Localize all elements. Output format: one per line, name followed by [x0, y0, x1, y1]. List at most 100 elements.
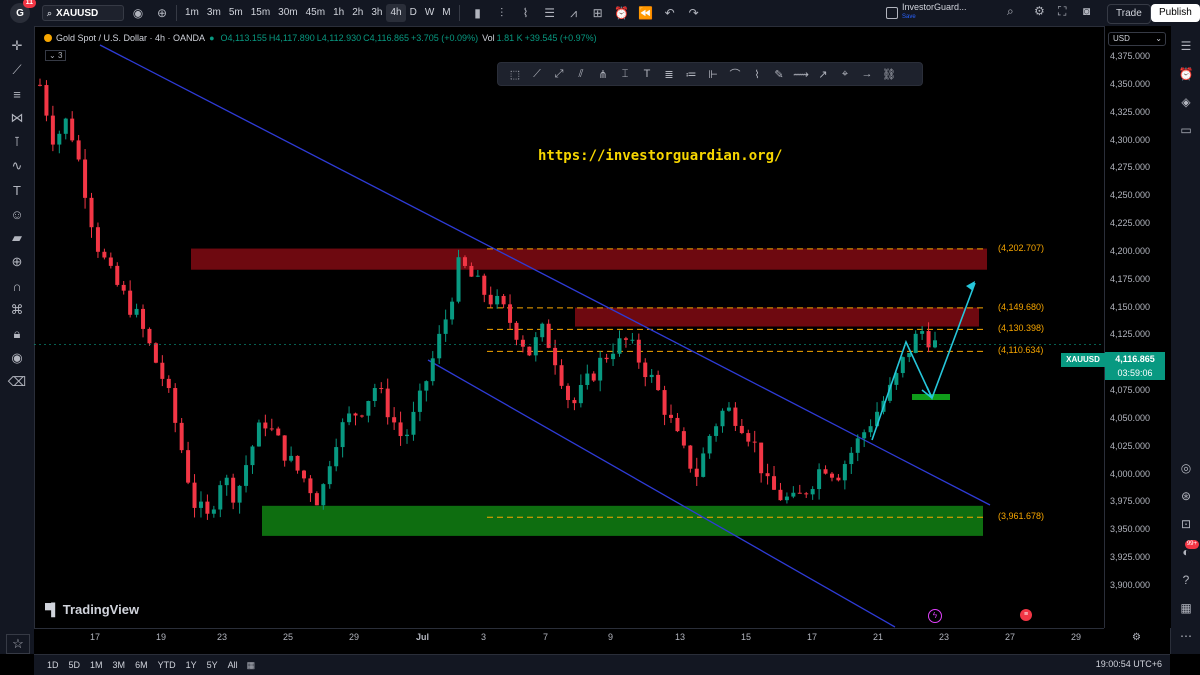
event-lightning-icon[interactable]: ϟ: [928, 609, 942, 623]
symbol-search-input[interactable]: ⌕ XAUUSD: [42, 5, 124, 21]
ray-icon[interactable]: ⤢: [548, 64, 570, 84]
trade-button[interactable]: Trade: [1107, 4, 1151, 24]
favorites-star-icon[interactable]: ☆: [6, 634, 30, 654]
arrow-icon[interactable]: →: [856, 64, 878, 84]
layout-checkbox[interactable]: [886, 7, 898, 19]
range-1d[interactable]: 1D: [42, 660, 64, 670]
watchlist-icon[interactable]: ☰: [1171, 32, 1200, 60]
area-style-icon[interactable]: ☰: [540, 3, 560, 23]
range-5y[interactable]: 5Y: [202, 660, 223, 670]
target-icon[interactable]: ◎: [1171, 454, 1200, 482]
timeframe-1h[interactable]: 1h: [329, 4, 348, 22]
range-1m[interactable]: 1M: [85, 660, 108, 670]
trend-line-icon[interactable]: ⟋: [0, 58, 34, 82]
forecast-icon[interactable]: ⛓: [878, 64, 900, 84]
alerts-clock-icon[interactable]: ⏰: [1171, 60, 1200, 88]
timeframe-45m[interactable]: 45m: [302, 4, 329, 22]
candle-body: [289, 455, 294, 461]
range-5d[interactable]: 5D: [64, 660, 86, 670]
calendar-icon[interactable]: ▦: [1171, 594, 1200, 622]
timeframe-D[interactable]: D: [406, 4, 421, 22]
arrow-marker-icon[interactable]: ↗: [812, 64, 834, 84]
rect-select-icon[interactable]: ⬚: [504, 64, 526, 84]
replay-icon[interactable]: ⏪: [636, 3, 656, 23]
path-icon[interactable]: ⌇: [746, 64, 768, 84]
highlighter-icon[interactable]: ⟿: [790, 64, 812, 84]
bars-style-icon[interactable]: ⫶: [492, 3, 512, 23]
app-logo-icon[interactable]: G 11: [10, 0, 36, 23]
line-style-icon[interactable]: ⌇: [516, 3, 536, 23]
price-tick: 4,325.000: [1110, 106, 1151, 117]
trash-icon[interactable]: ⌫: [0, 370, 34, 394]
timeframe-30m[interactable]: 30m: [274, 4, 301, 22]
quick-search-icon[interactable]: ⌕: [1007, 4, 1014, 19]
timeframe-M[interactable]: M: [438, 4, 454, 22]
screenshot-camera-icon[interactable]: ◙: [1083, 4, 1090, 18]
brush-icon[interactable]: ∿: [0, 154, 34, 178]
news-icon[interactable]: ⊛: [1171, 482, 1200, 510]
parallel-channel-icon[interactable]: ⫽: [570, 64, 592, 84]
lock-drawings-icon[interactable]: ⌘: [0, 298, 34, 322]
redo-icon[interactable]: ↷: [684, 3, 704, 23]
range-6m[interactable]: 6M: [130, 660, 153, 670]
currency-select[interactable]: USD ⌄: [1108, 32, 1166, 46]
range-1y[interactable]: 1Y: [181, 660, 202, 670]
compare-add-icon[interactable]: ⊕: [152, 3, 172, 23]
lock-icon[interactable]: 🔒︎: [0, 322, 34, 346]
timeframe-4h[interactable]: 4h: [386, 4, 406, 22]
ruler-measure-icon[interactable]: ⊩: [702, 64, 724, 84]
templates-icon[interactable]: ⊞: [588, 3, 608, 23]
eye-icon[interactable]: ◉: [0, 346, 34, 370]
timeframe-15m[interactable]: 15m: [247, 4, 274, 22]
account-layout[interactable]: InvestorGuard... Save: [902, 2, 967, 22]
fullscreen-icon[interactable]: ⛶: [1058, 4, 1066, 19]
range-all[interactable]: All: [223, 660, 243, 670]
text-icon[interactable]: T: [636, 64, 658, 84]
timeframe-5m[interactable]: 5m: [225, 4, 247, 22]
timeframe-1m[interactable]: 1m: [181, 4, 203, 22]
bracket-icon[interactable]: ⌶: [614, 64, 636, 84]
chat-icon[interactable]: ▭: [1171, 116, 1200, 144]
text-tool-icon[interactable]: T: [0, 178, 34, 202]
alert-icon[interactable]: ⏰: [612, 3, 632, 23]
curve-icon[interactable]: ⌒: [724, 64, 746, 84]
zoom-in-icon[interactable]: ⊕: [0, 250, 34, 274]
pattern-icon[interactable]: ⋈: [0, 106, 34, 130]
legend-title[interactable]: Gold Spot / U.S. Dollar · 4h · OANDA: [56, 33, 205, 43]
timeframe-3m[interactable]: 3m: [203, 4, 225, 22]
menu-icon[interactable]: ⋯: [1171, 622, 1200, 650]
magnet-icon[interactable]: ∩: [0, 274, 34, 298]
settings-gear-icon[interactable]: ⚙: [1034, 4, 1045, 18]
ruler-icon[interactable]: ▰: [0, 226, 34, 250]
indicators-icon[interactable]: ⩘: [564, 3, 584, 23]
range-ytd[interactable]: YTD: [153, 660, 181, 670]
utc-clock[interactable]: 19:00:54 UTC+6: [1096, 659, 1162, 669]
help-icon[interactable]: ?: [1171, 566, 1200, 594]
layers-icon[interactable]: ◈: [1171, 88, 1200, 116]
fib-icon[interactable]: ≡: [0, 82, 34, 106]
price-chart[interactable]: [34, 26, 1104, 628]
pitchfork-icon[interactable]: ⋔: [592, 64, 614, 84]
candles-style-icon[interactable]: ▮: [468, 3, 488, 23]
ideas-icon[interactable]: ⊡: [1171, 510, 1200, 538]
timeframe-W[interactable]: W: [421, 4, 438, 22]
timeframe-2h[interactable]: 2h: [348, 4, 367, 22]
fib-retrace-icon[interactable]: ≣: [658, 64, 680, 84]
crosshair-icon[interactable]: ✛: [0, 34, 34, 58]
timeframe-3h[interactable]: 3h: [367, 4, 386, 22]
undo-icon[interactable]: ↶: [660, 3, 680, 23]
symbol-info-icon[interactable]: ◉: [128, 3, 148, 23]
fib-ext-icon[interactable]: ≔: [680, 64, 702, 84]
line-icon[interactable]: ⟋: [526, 64, 548, 84]
date-range-icon[interactable]: ▦: [247, 660, 256, 671]
indicators-collapse-button[interactable]: ⌄ 3: [45, 50, 67, 61]
publish-button[interactable]: Publish: [1151, 4, 1200, 22]
economic-event-flag-icon[interactable]: ≡: [1020, 609, 1032, 621]
axis-settings-gear-icon[interactable]: ⚙: [1132, 632, 1141, 643]
emoji-icon[interactable]: ☺: [0, 202, 34, 226]
brush-tool-icon[interactable]: ✎: [768, 64, 790, 84]
prediction-icon[interactable]: ⊺: [0, 130, 34, 154]
pin-icon[interactable]: ⌖: [834, 64, 856, 84]
notifications-icon[interactable]: ◐ 99+: [1171, 538, 1200, 566]
range-3m[interactable]: 3M: [108, 660, 131, 670]
